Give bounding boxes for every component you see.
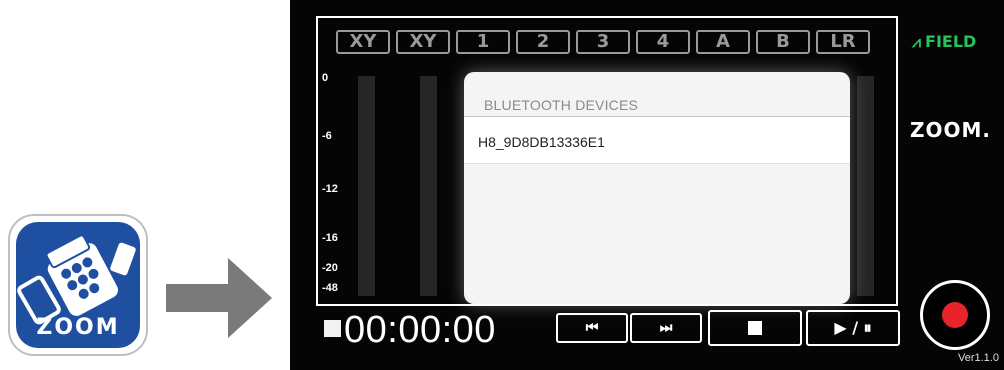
app-icon-artwork: ZOOM (16, 222, 140, 348)
fast-forward-button[interactable]: ⏭ (630, 313, 702, 343)
timecode-display: 00:00:00 (344, 309, 496, 351)
play-pause-button[interactable]: ▶ / ⏸ (806, 310, 900, 346)
play-pause-icon: ▶ / ⏸ (834, 318, 872, 337)
track-selector: XY XY 1 2 3 4 A B LR (336, 30, 870, 58)
record-icon (942, 302, 968, 328)
track-button-1[interactable]: 1 (456, 30, 510, 54)
track-button-3[interactable]: 3 (576, 30, 630, 54)
scale-label-minus-6: -6 (322, 130, 332, 142)
record-button[interactable] (920, 280, 990, 350)
device-name: H8_9D8DB13336E1 (478, 134, 605, 150)
version-label: Ver1.1.0 (958, 352, 999, 364)
waveform-icon: ⩘ (912, 32, 922, 51)
scale-label-minus-48: -48 (322, 282, 338, 294)
device-list-item[interactable]: H8_9D8DB13336E1 (464, 117, 850, 164)
rewind-button[interactable]: ⏮ (556, 313, 628, 343)
skip-forward-icon: ⏭ (659, 320, 673, 336)
dialog-title: BLUETOOTH DEVICES (484, 97, 639, 113)
scale-label-minus-20: -20 (322, 262, 338, 274)
stop-status-icon (324, 320, 341, 337)
skip-back-icon: ⏮ (585, 320, 599, 336)
zoom-app-icon[interactable]: ZOOM (8, 214, 148, 356)
arrow-right-icon (166, 258, 272, 338)
scale-label-0: 0 (322, 72, 329, 84)
track-button-2[interactable]: 2 (516, 30, 570, 54)
field-logo: ⩘ FIELD (912, 32, 977, 51)
zoom-logo: ZOOM. (910, 118, 992, 142)
track-button-4[interactable]: 4 (636, 30, 690, 54)
track-button-xy-1[interactable]: XY (336, 30, 390, 54)
bluetooth-devices-dialog: BLUETOOTH DEVICES H8_9D8DB13336E1 (464, 72, 850, 304)
track-button-lr[interactable]: LR (816, 30, 870, 54)
scale-label-minus-12: -12 (322, 183, 338, 195)
track-button-xy-2[interactable]: XY (396, 30, 450, 54)
level-meter-lr (857, 76, 874, 296)
track-button-b[interactable]: B (756, 30, 810, 54)
stop-icon (748, 321, 762, 335)
scale-label-minus-16: -16 (322, 232, 338, 244)
stop-button[interactable] (708, 310, 802, 346)
level-meter-xy-2 (420, 76, 437, 296)
track-button-a[interactable]: A (696, 30, 750, 54)
level-meter-xy-1 (358, 76, 375, 296)
app-icon-logo-text: ZOOM (36, 315, 120, 340)
